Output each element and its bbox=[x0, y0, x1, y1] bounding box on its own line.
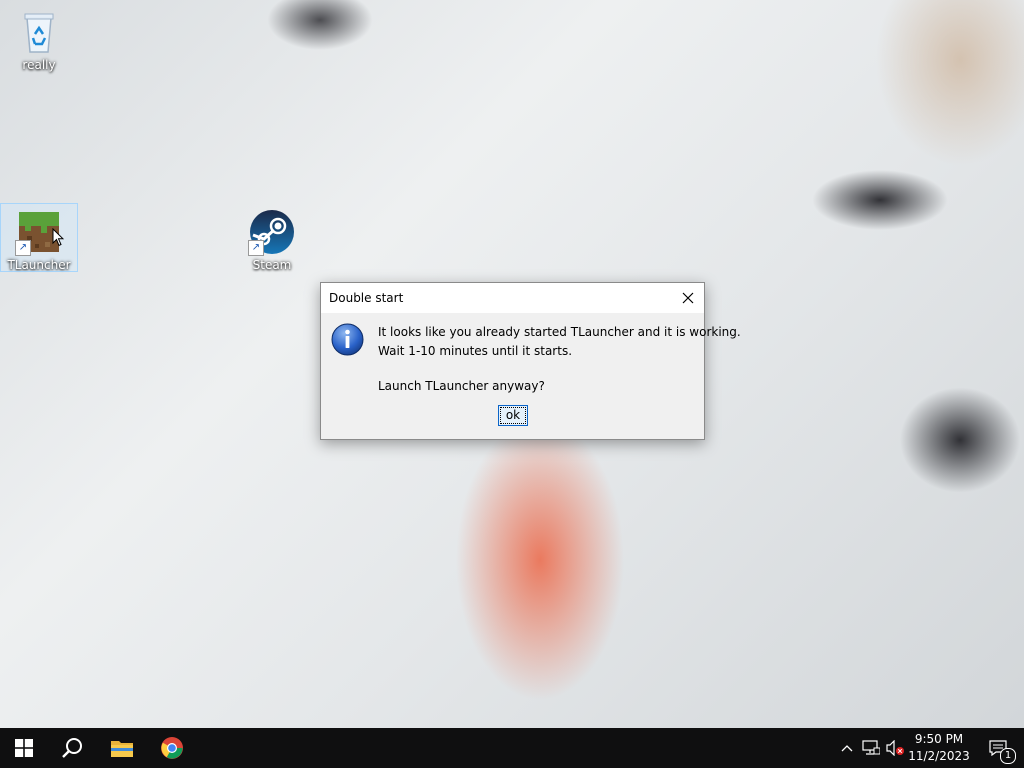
desktop-icon-tlauncher[interactable]: ↗ TLauncher bbox=[0, 203, 78, 272]
mouse-cursor-icon bbox=[52, 228, 64, 247]
double-start-dialog: Double start It looks like you already s… bbox=[320, 282, 741, 440]
steam-icon: ↗ bbox=[248, 208, 296, 256]
desktop-icon-label: TLauncher bbox=[7, 258, 71, 272]
start-icon bbox=[15, 739, 33, 757]
recycle-bin-icon bbox=[15, 8, 63, 56]
network-button[interactable] bbox=[861, 738, 881, 758]
shortcut-arrow-icon: ↗ bbox=[248, 240, 264, 256]
chrome-button[interactable] bbox=[148, 728, 196, 768]
desktop-icon-steam[interactable]: ↗ Steam bbox=[234, 204, 310, 272]
file-explorer-icon bbox=[111, 741, 133, 757]
clock-date: 11/2/2023 bbox=[908, 749, 970, 763]
file-explorer-button[interactable] bbox=[98, 728, 146, 768]
start-button[interactable] bbox=[0, 728, 48, 768]
chevron-up-icon bbox=[841, 745, 853, 752]
info-icon bbox=[331, 323, 364, 360]
desktop-icon-recycle-bin[interactable]: really bbox=[1, 4, 77, 72]
dialog-message-line: Wait 1-10 minutes until it starts. bbox=[378, 344, 573, 358]
volume-button[interactable] bbox=[885, 738, 905, 758]
dialog-message-line: It looks like you already started TLaunc… bbox=[378, 325, 741, 339]
desktop[interactable]: really ↗ TLauncher ↗ Steam Double start … bbox=[0, 0, 1024, 728]
dialog-title: Double start bbox=[329, 291, 404, 305]
shortcut-arrow-icon: ↗ bbox=[15, 240, 31, 256]
network-icon bbox=[862, 740, 880, 755]
close-icon bbox=[682, 292, 694, 304]
clock-time: 9:50 PM bbox=[914, 732, 964, 746]
show-hidden-icons-button[interactable] bbox=[837, 738, 857, 758]
desktop-icon-label: really bbox=[22, 58, 56, 72]
close-button[interactable] bbox=[672, 283, 704, 313]
clock[interactable]: 9:50 PM 11/2/2023 bbox=[906, 731, 972, 765]
dialog-titlebar[interactable]: Double start bbox=[321, 283, 704, 313]
volume-muted-icon bbox=[886, 740, 904, 756]
taskbar: 9:50 PM 11/2/2023 1 bbox=[0, 728, 1024, 768]
dialog-question: Launch TLauncher anyway? bbox=[378, 379, 545, 393]
action-center-button[interactable]: 1 bbox=[978, 728, 1018, 768]
ok-button[interactable]: ok bbox=[498, 405, 528, 426]
notification-count-badge: 1 bbox=[1000, 748, 1016, 764]
search-button[interactable] bbox=[48, 728, 96, 768]
search-icon bbox=[62, 738, 82, 758]
chrome-icon bbox=[161, 737, 183, 759]
desktop-icon-label: Steam bbox=[252, 258, 292, 272]
